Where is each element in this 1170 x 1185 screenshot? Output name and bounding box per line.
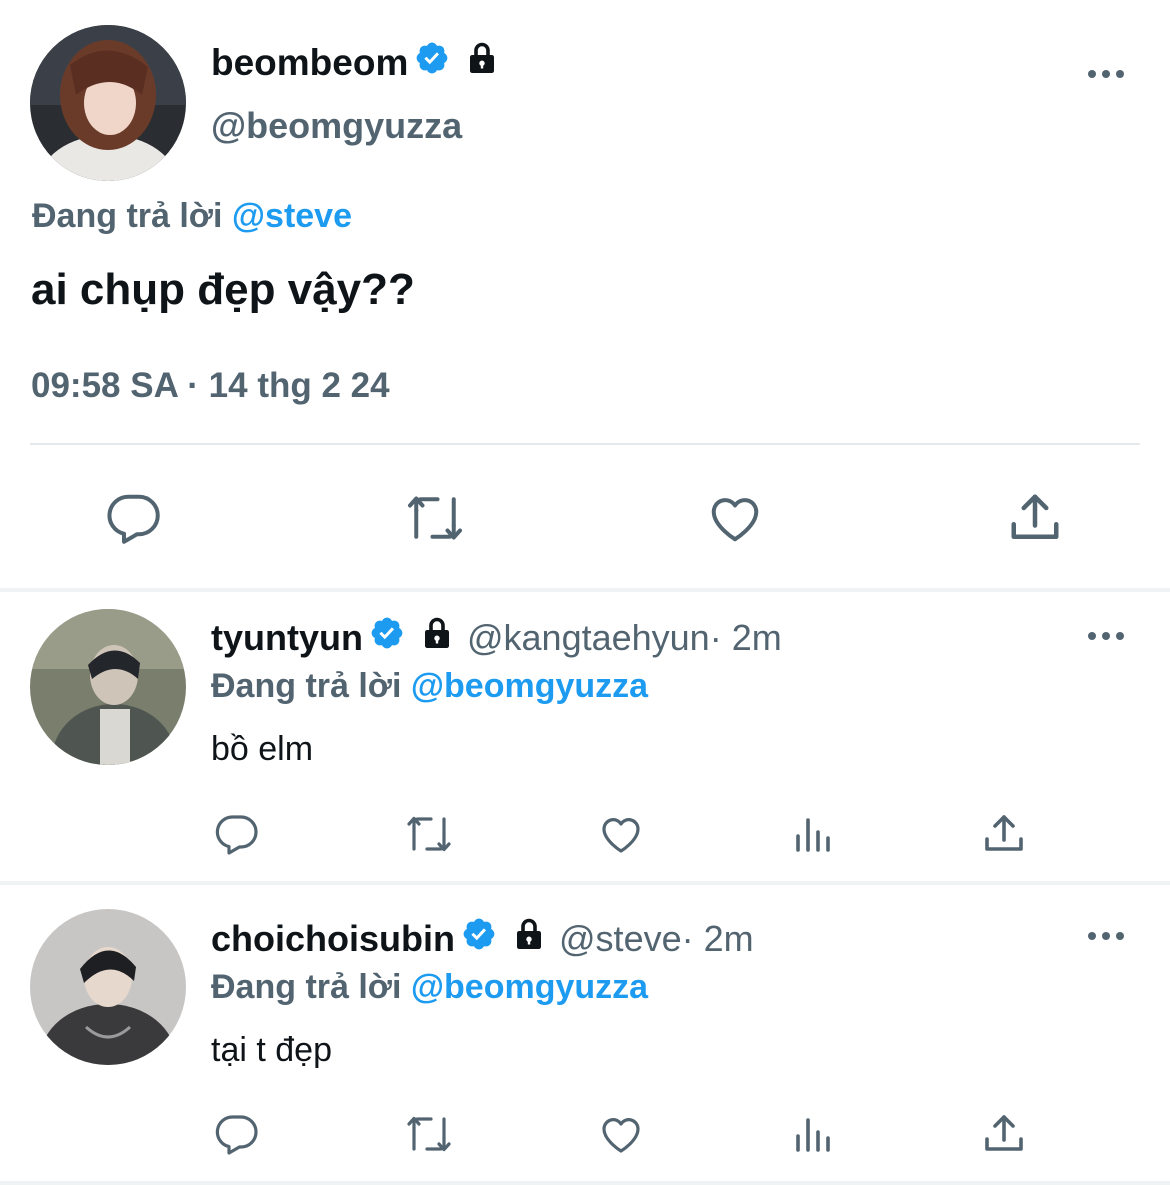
retweet-icon[interactable]: [402, 1110, 456, 1163]
like-icon[interactable]: [597, 1110, 645, 1163]
mention-link[interactable]: @beomgyuzza: [411, 667, 648, 705]
replying-to: Đang trả lời @beomgyuzza: [211, 665, 648, 707]
replying-to: Đang trả lời @steve: [32, 195, 352, 237]
share-icon[interactable]: [980, 810, 1028, 863]
replying-prefix: Đang trả lời: [32, 197, 232, 235]
reply-header: tyuntyun @kangtaehyun · 2m: [211, 615, 782, 661]
lock-icon: [511, 916, 547, 962]
more-icon[interactable]: [1086, 926, 1126, 951]
like-icon[interactable]: [705, 488, 765, 553]
display-name-text[interactable]: beombeom: [211, 41, 408, 85]
divider: [0, 1181, 1170, 1185]
divider: [30, 443, 1140, 445]
verified-badge-icon: [369, 615, 405, 661]
tweet-text: ai chụp đẹp vậy??: [31, 265, 415, 314]
tweet-text: bồ elm: [211, 730, 314, 768]
reply-header: choichoisubin @steve · 2m: [211, 916, 754, 962]
reply-icon[interactable]: [213, 810, 261, 863]
more-icon[interactable]: [1086, 626, 1126, 651]
mention-link[interactable]: @beomgyuzza: [411, 968, 648, 1006]
reply-icon[interactable]: [213, 1110, 261, 1163]
share-icon[interactable]: [1005, 488, 1065, 553]
like-icon[interactable]: [597, 810, 645, 863]
lock-icon: [464, 40, 500, 86]
divider: [0, 881, 1170, 885]
lock-icon: [419, 615, 455, 661]
reply-time[interactable]: · 2m: [710, 616, 782, 660]
views-icon[interactable]: [790, 1110, 838, 1163]
display-name[interactable]: tyuntyun: [211, 616, 363, 660]
retweet-icon[interactable]: [403, 488, 467, 553]
divider: [0, 588, 1170, 592]
avatar[interactable]: [30, 909, 186, 1065]
verified-badge-icon: [461, 916, 497, 962]
reply-time[interactable]: · 2m: [682, 917, 754, 961]
handle[interactable]: @beomgyuzza: [211, 104, 462, 148]
replying-to: Đang trả lời @beomgyuzza: [211, 966, 648, 1008]
more-icon[interactable]: [1086, 64, 1126, 89]
avatar[interactable]: [30, 609, 186, 765]
verified-badge-icon: [414, 40, 450, 86]
tweet-timestamp[interactable]: 09:58 SA · 14 thg 2 24: [31, 364, 390, 408]
handle[interactable]: @kangtaehyun: [467, 616, 710, 660]
retweet-icon[interactable]: [402, 810, 456, 863]
handle[interactable]: @steve: [559, 917, 682, 961]
replying-prefix: Đang trả lời: [211, 667, 411, 705]
display-name[interactable]: beombeom: [211, 40, 500, 86]
tweet-text: tại t đẹp: [211, 1031, 332, 1069]
share-icon[interactable]: [980, 1110, 1028, 1163]
display-name[interactable]: choichoisubin: [211, 917, 455, 961]
replying-prefix: Đang trả lời: [211, 968, 411, 1006]
avatar[interactable]: [30, 25, 186, 181]
reply-icon[interactable]: [104, 488, 164, 553]
views-icon[interactable]: [790, 810, 838, 863]
mention-link[interactable]: @steve: [232, 197, 352, 235]
